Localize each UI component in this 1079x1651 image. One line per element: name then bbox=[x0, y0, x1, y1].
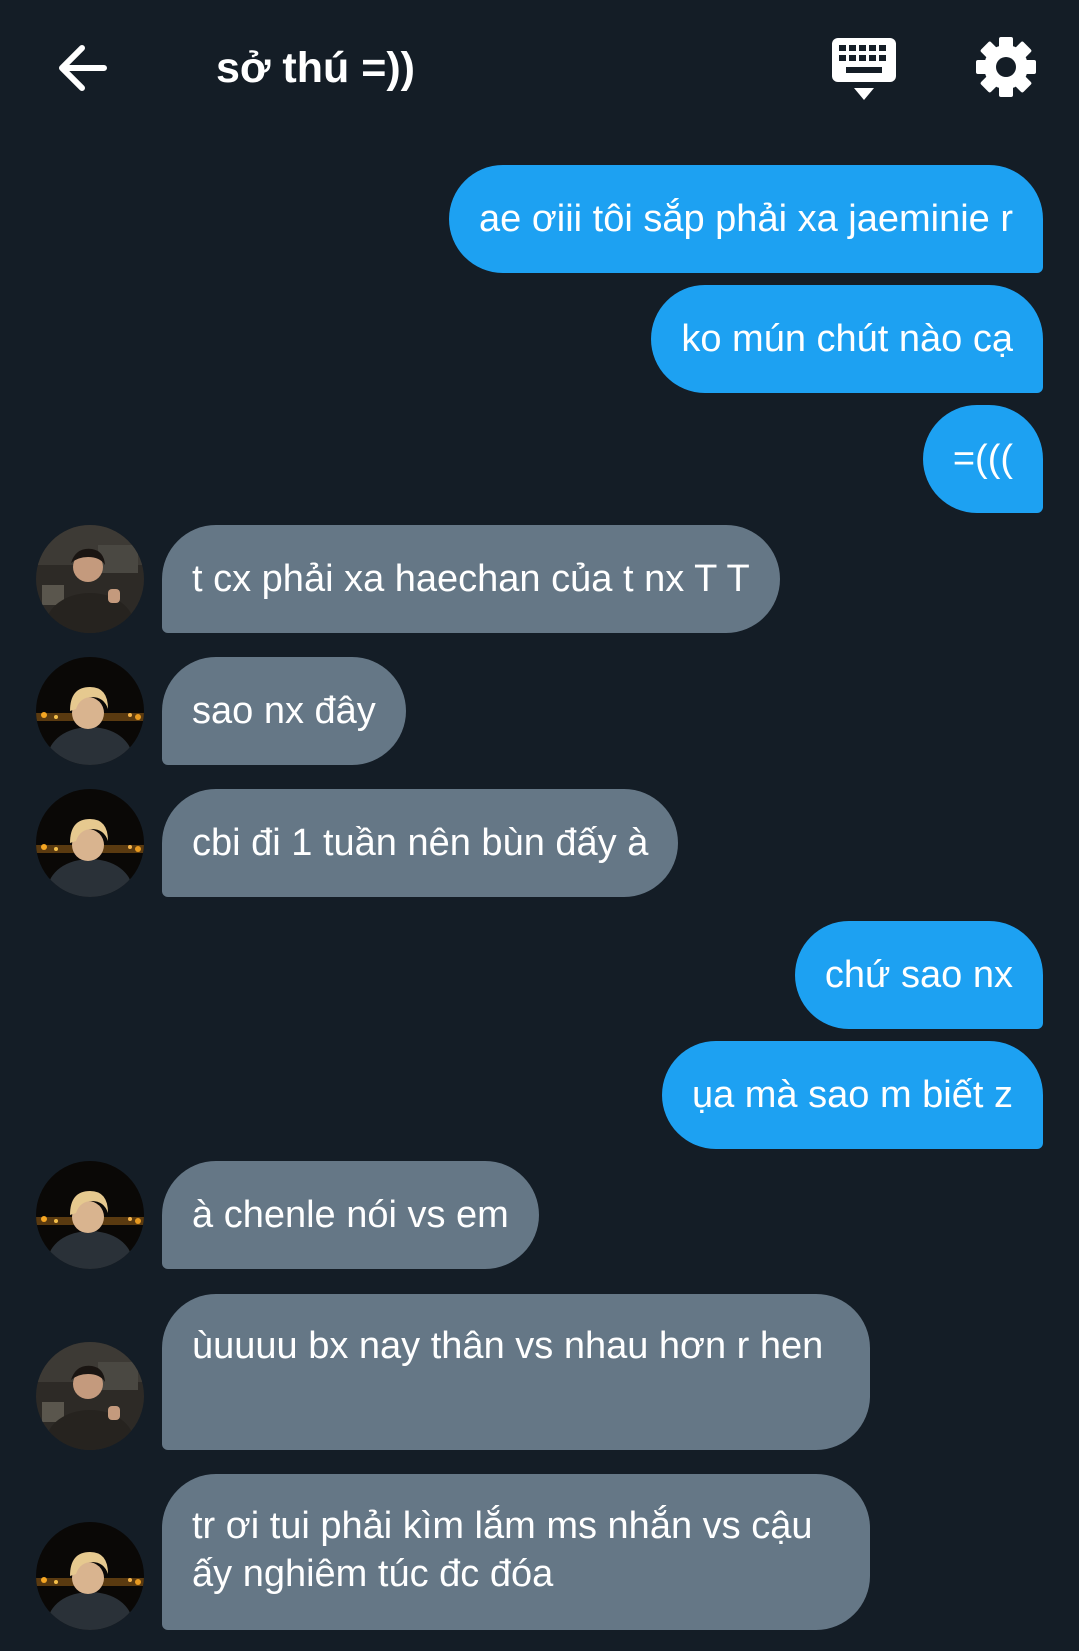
message-text: sao nx đây bbox=[192, 690, 376, 732]
gear-icon bbox=[976, 37, 1036, 97]
incoming-message-bubble[interactable]: cbi đi 1 tuần nên bùn đấy à bbox=[162, 789, 679, 897]
message-text: ụa mà sao m biết z bbox=[691, 1074, 1013, 1116]
incoming-message-bubble[interactable]: ùuuuu bx nay thân vs nhau hơn r hen bbox=[162, 1294, 870, 1450]
incoming-message-bubble[interactable]: tr ơi tui phải kìm lắm ms nhắn vs cậu ấy… bbox=[162, 1474, 870, 1630]
incoming-message-bubble[interactable]: à chenle nói vs em bbox=[162, 1161, 539, 1269]
message-text: ko mún chút nào cạ bbox=[681, 318, 1013, 360]
avatar[interactable] bbox=[36, 1342, 144, 1450]
avatar[interactable] bbox=[36, 525, 144, 633]
keyboard-button[interactable] bbox=[830, 38, 898, 102]
arrow-left-icon bbox=[59, 45, 107, 91]
chat-header: sở thú =)) bbox=[0, 0, 1079, 135]
avatar[interactable] bbox=[36, 789, 144, 897]
avatar[interactable] bbox=[36, 1161, 144, 1269]
keyboard-icon bbox=[832, 38, 896, 100]
message-text: ùuuuu bx nay thân vs nhau hơn r hen bbox=[192, 1325, 824, 1367]
incoming-message-bubble[interactable]: sao nx đây bbox=[162, 657, 406, 765]
incoming-message-bubble[interactable]: t cx phải xa haechan của t nx T T bbox=[162, 525, 780, 633]
outgoing-message-bubble[interactable]: ae ơiii tôi sắp phải xa jaeminie r bbox=[449, 165, 1043, 273]
outgoing-message-bubble[interactable]: chứ sao nx bbox=[794, 921, 1043, 1029]
message-text: t cx phải xa haechan của t nx T T bbox=[192, 558, 750, 600]
back-button[interactable] bbox=[52, 38, 116, 98]
outgoing-message-bubble[interactable]: ụa mà sao m biết z bbox=[661, 1041, 1043, 1149]
message-text: cbi đi 1 tuần nên bùn đấy à bbox=[192, 822, 649, 864]
outgoing-message-bubble[interactable]: =((( bbox=[922, 405, 1043, 513]
message-text: tr ơi tui phải kìm lắm ms nhắn vs cậu ấy… bbox=[192, 1505, 813, 1595]
settings-button[interactable] bbox=[972, 33, 1040, 101]
message-text: chứ sao nx bbox=[824, 954, 1013, 996]
outgoing-message-bubble[interactable]: ko mún chút nào cạ bbox=[651, 285, 1043, 393]
message-text: à chenle nói vs em bbox=[192, 1194, 509, 1236]
avatar[interactable] bbox=[36, 657, 144, 765]
conversation-title: sở thú =)) bbox=[216, 44, 415, 92]
message-text: ae ơiii tôi sắp phải xa jaeminie r bbox=[479, 198, 1013, 240]
message-text: =((( bbox=[952, 438, 1013, 480]
avatar[interactable] bbox=[36, 1522, 144, 1630]
